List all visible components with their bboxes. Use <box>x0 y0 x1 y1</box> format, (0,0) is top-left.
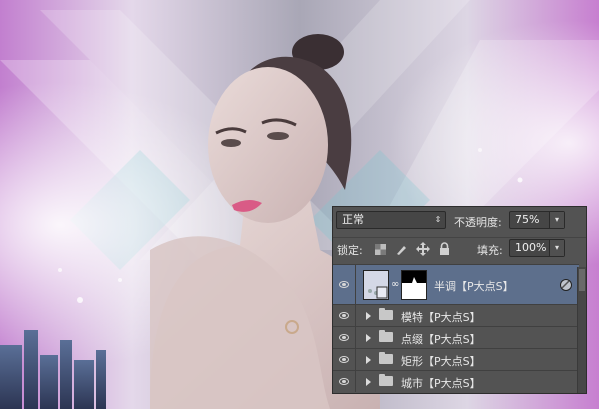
padlock-icon[interactable] <box>439 242 450 255</box>
layer-mask-thumbnail[interactable] <box>401 270 427 300</box>
lock-label: 锁定: <box>337 244 363 257</box>
folder-icon <box>379 374 393 386</box>
eye-icon <box>339 280 349 288</box>
chain-link-icon[interactable]: ∞ <box>391 279 399 290</box>
layer-thumbnail <box>363 270 389 300</box>
move-icon[interactable] <box>416 242 430 256</box>
visibility-toggle[interactable] <box>333 371 356 392</box>
eye-icon <box>339 377 349 385</box>
layer-row[interactable]: 城市【P大点S】 <box>333 370 579 392</box>
expand-triangle-icon[interactable] <box>366 312 371 320</box>
visibility-toggle[interactable] <box>333 305 356 326</box>
chevron-down-icon[interactable]: ▾ <box>549 212 564 228</box>
expand-triangle-icon[interactable] <box>366 378 371 386</box>
blend-mode-select[interactable]: 正常 ⇕ <box>336 211 446 229</box>
brush-icon[interactable] <box>395 243 408 256</box>
checkerboard-icon[interactable] <box>375 244 386 255</box>
layer-row[interactable]: 模特【P大点S】 <box>333 304 579 326</box>
folder-icon <box>379 330 393 342</box>
halftone-thumbnail-icon <box>368 286 388 299</box>
layer-name: 矩形【P大点S】 <box>401 355 481 368</box>
folder-icon <box>379 352 393 364</box>
layers-scrollbar[interactable] <box>577 267 586 393</box>
visibility-toggle[interactable] <box>333 349 356 370</box>
expand-triangle-icon[interactable] <box>366 356 371 364</box>
mask-thumbnail-icon <box>402 271 426 283</box>
opacity-field[interactable]: 75% ▾ <box>509 211 565 229</box>
opacity-value: 75% <box>515 213 540 226</box>
layer-name: 城市【P大点S】 <box>401 377 481 390</box>
eye-icon <box>339 355 349 363</box>
chevron-down-icon[interactable]: ▾ <box>549 240 564 256</box>
eye-icon <box>339 333 349 341</box>
lock-row: 锁定: 填充: 100% ▾ <box>333 237 586 259</box>
folder-icon <box>379 308 393 320</box>
fill-value: 100% <box>515 241 547 254</box>
blend-row: 正常 ⇕ 不透明度: 75% ▾ <box>333 210 586 232</box>
visibility-toggle[interactable] <box>333 327 356 348</box>
updown-arrows-icon: ⇕ <box>434 215 442 224</box>
layer-name: 模特【P大点S】 <box>401 311 481 324</box>
layer-row-selected[interactable]: ∞ 半调【P大点S】 <box>333 264 579 304</box>
smart-filter-icon[interactable] <box>559 278 573 292</box>
layer-name: 点缀【P大点S】 <box>401 333 481 346</box>
layers-panel: 正常 ⇕ 不透明度: 75% ▾ 锁定: 填充: 100% ▾ ∞ 半调【P大点… <box>332 206 587 394</box>
blend-mode-value: 正常 <box>342 213 364 226</box>
layer-name: 半调【P大点S】 <box>434 280 514 293</box>
layer-row[interactable]: 点缀【P大点S】 <box>333 326 579 348</box>
expand-triangle-icon[interactable] <box>366 334 371 342</box>
visibility-toggle[interactable] <box>333 265 356 304</box>
fill-label: 填充: <box>477 244 503 257</box>
opacity-label: 不透明度: <box>454 216 502 229</box>
scrollbar-thumb[interactable] <box>579 269 585 291</box>
layer-row[interactable]: 矩形【P大点S】 <box>333 348 579 370</box>
eye-icon <box>339 311 349 319</box>
fill-field[interactable]: 100% ▾ <box>509 239 565 257</box>
